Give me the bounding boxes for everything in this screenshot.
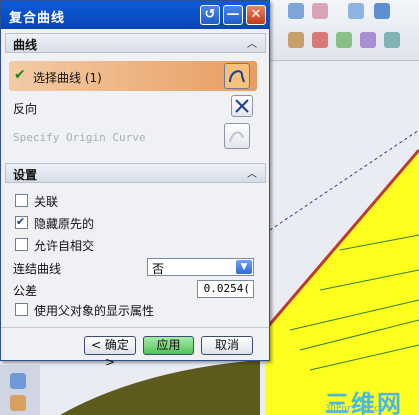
curve-select-button[interactable]	[224, 63, 250, 89]
reverse-direction-icon	[235, 99, 249, 113]
associative-label: 关联	[34, 195, 59, 209]
sketch-icon[interactable]	[288, 32, 304, 48]
close-icon[interactable]: ✕	[246, 5, 266, 25]
main-toolbar	[270, 0, 419, 61]
origin-curve-icon	[229, 131, 244, 143]
settings-section-header[interactable]: 设置 ︿	[5, 163, 266, 183]
reverse-button[interactable]	[231, 95, 253, 117]
dialog-title: 复合曲线	[9, 11, 66, 26]
specify-origin-label: Specify Origin Curve	[13, 131, 146, 144]
tolerance-input[interactable]: 0.0254(	[197, 280, 254, 298]
palette-icon[interactable]	[10, 395, 26, 411]
minimize-icon[interactable]: —	[223, 5, 243, 25]
tolerance-label: 公差	[13, 284, 38, 298]
composite-curve-dialog: 复合曲线 ↺ — ✕ 曲线 ︿ ✔ 选择曲线 (1) 反向 Specify Or…	[0, 0, 270, 369]
join-curves-select[interactable]: 否 ▼	[147, 258, 254, 276]
dialog-titlebar[interactable]: 复合曲线 ↺ — ✕	[1, 1, 269, 29]
layer-icon[interactable]	[312, 3, 328, 19]
curve-section-title: 曲线	[13, 38, 38, 52]
render-icon[interactable]	[348, 3, 364, 19]
join-curves-label: 连结曲线	[13, 262, 62, 276]
reset-icon[interactable]: ↺	[200, 5, 220, 25]
allow-self-intersect-checkbox[interactable]	[15, 238, 28, 251]
chevron-down-icon[interactable]: ▼	[236, 260, 252, 274]
spline-icon[interactable]	[336, 32, 352, 48]
select-curve-label: 选择曲线 (1)	[33, 71, 102, 85]
dark-surface	[60, 360, 260, 415]
apply-button[interactable]: 应用	[143, 336, 194, 355]
allow-self-intersect-label: 允许自相交	[34, 239, 95, 253]
checkmark-icon: ✔	[14, 67, 26, 83]
use-parent-display-checkbox[interactable]	[15, 303, 28, 316]
hide-original-checkbox[interactable]	[15, 215, 28, 229]
yellow-surface	[265, 150, 419, 415]
resource-bar	[0, 365, 40, 415]
collapse-icon[interactable]: ︿	[247, 165, 259, 180]
shade-icon[interactable]	[374, 3, 390, 19]
hide-original-label: 隐藏原先的	[34, 217, 95, 231]
mesh-icon[interactable]	[384, 32, 400, 48]
curve-tool-icon[interactable]	[312, 32, 328, 48]
join-curves-value: 否	[152, 262, 165, 276]
settings-section-title: 设置	[13, 168, 38, 182]
watermark-url: 3DPortal.cn	[325, 404, 385, 414]
select-curve-row[interactable]: ✔ 选择曲线 (1)	[9, 61, 257, 91]
curve-section-header[interactable]: 曲线 ︿	[5, 33, 266, 53]
view-icon[interactable]	[288, 3, 304, 19]
sweep-icon[interactable]	[360, 32, 376, 48]
cancel-button[interactable]: 取消	[201, 336, 253, 355]
reverse-label: 反向	[13, 102, 38, 116]
curve-icon	[229, 70, 245, 83]
origin-curve-button[interactable]	[224, 123, 250, 149]
associative-checkbox[interactable]	[15, 194, 28, 207]
dialog-footer: < 确定 > 应用 取消	[1, 327, 269, 369]
navigator-icon[interactable]	[10, 373, 26, 389]
collapse-icon[interactable]: ︿	[247, 35, 259, 50]
ok-button[interactable]: < 确定 >	[84, 336, 136, 369]
use-parent-display-label: 使用父对象的显示属性	[34, 304, 155, 318]
